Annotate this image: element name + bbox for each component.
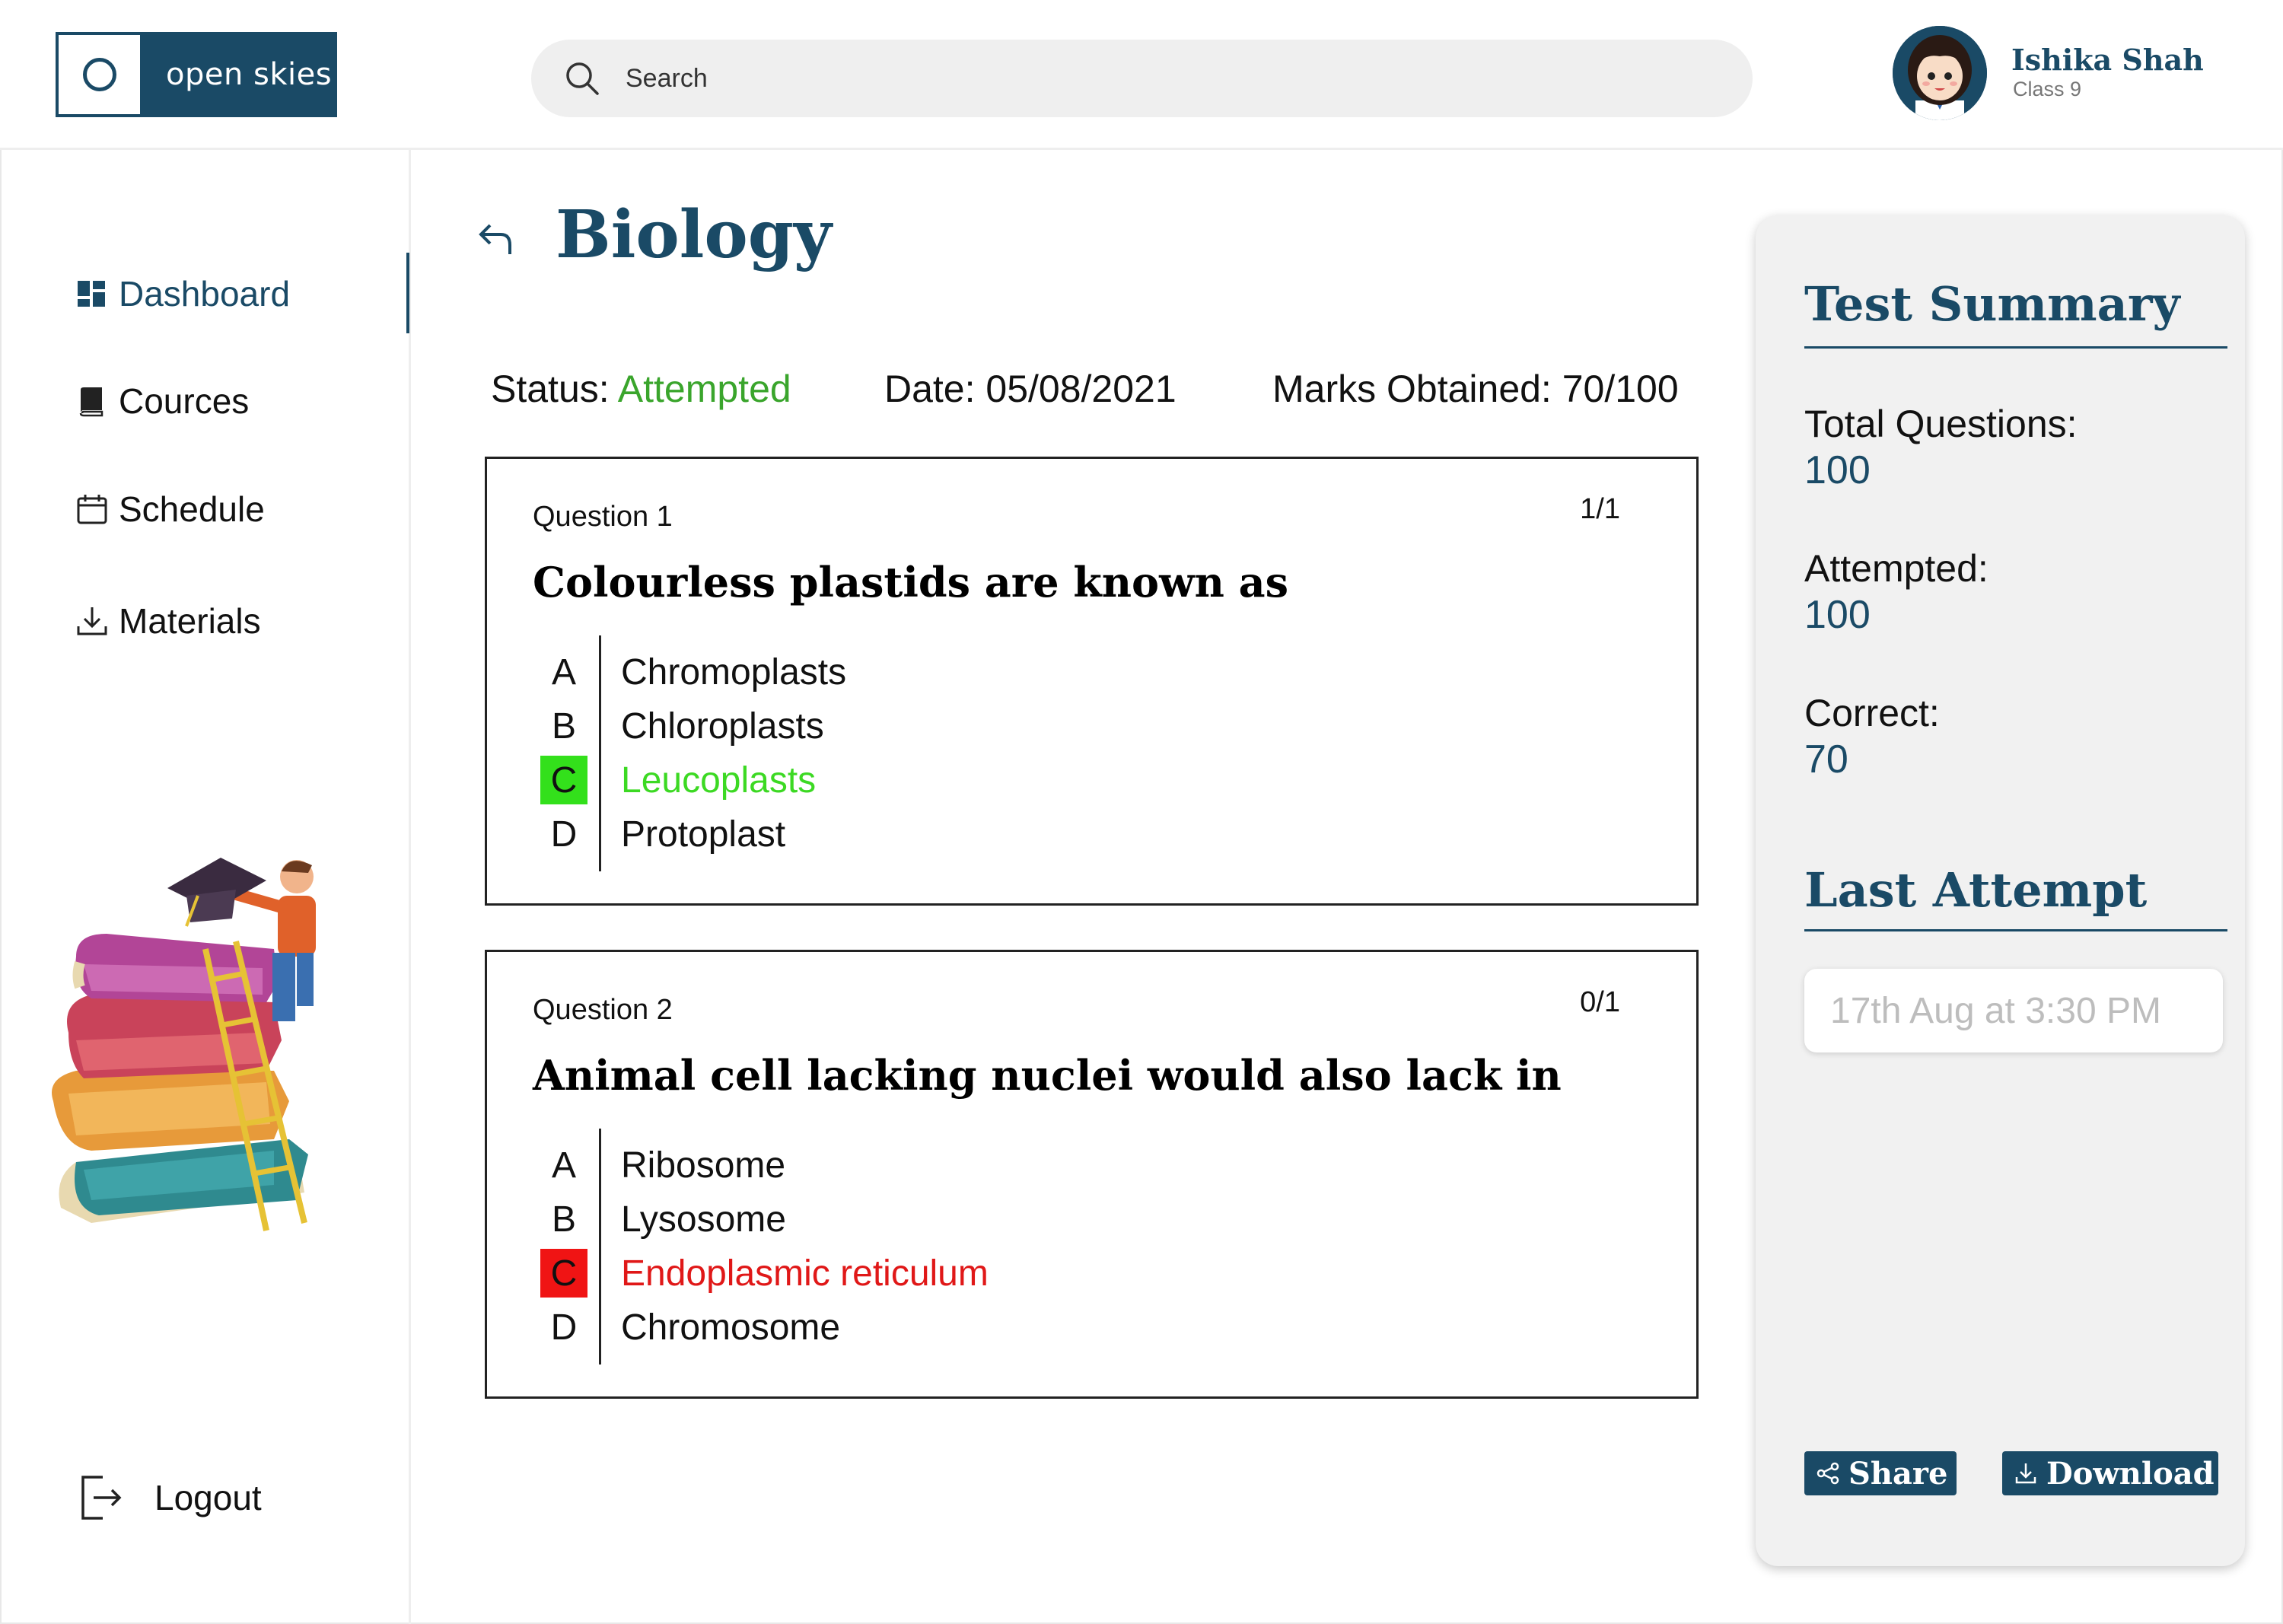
option-letter: B bbox=[551, 1199, 576, 1240]
share-icon bbox=[1817, 1462, 1839, 1485]
option-letter: D bbox=[550, 1307, 578, 1348]
logout-icon bbox=[81, 1476, 122, 1520]
option-a[interactable]: A Ribosome bbox=[540, 1141, 785, 1189]
sidebar-item-label: Schedule bbox=[119, 489, 265, 529]
option-letter: C bbox=[540, 756, 587, 804]
option-text: Endoplasmic reticulum bbox=[621, 1253, 989, 1294]
option-text: Chromosome bbox=[621, 1307, 841, 1348]
test-date: Date: 05/08/2021 bbox=[884, 368, 1177, 410]
avatar[interactable] bbox=[1893, 26, 1987, 120]
summary-title: Test Summary bbox=[1804, 276, 2180, 332]
option-text: Protoplast bbox=[621, 814, 786, 855]
sidebar-item-materials[interactable]: Materials bbox=[76, 600, 261, 642]
option-a[interactable]: A Chromoplasts bbox=[540, 648, 846, 696]
status-label: Status: bbox=[491, 368, 610, 410]
sidebar-item-label: Cources bbox=[119, 381, 250, 421]
top-header: open skies Search Ishika Shah Class 9 bbox=[0, 0, 2283, 150]
books-ladder-illustration bbox=[52, 858, 316, 1231]
option-d[interactable]: D Protoplast bbox=[540, 810, 785, 858]
status-badge: Attempted bbox=[617, 368, 791, 410]
download-button[interactable]: Download bbox=[2002, 1451, 2218, 1495]
total-questions-value: 100 bbox=[1804, 448, 1871, 492]
attempted-label: Attempted: bbox=[1804, 547, 1988, 590]
option-letter: C bbox=[540, 1249, 587, 1298]
book-icon bbox=[79, 387, 103, 417]
sidebar-item-label: Materials bbox=[119, 601, 261, 641]
option-text: Leucoplasts bbox=[621, 759, 817, 801]
attempted-value: 100 bbox=[1804, 593, 1871, 637]
question-number: Question 1 bbox=[533, 501, 673, 533]
sidebar-item-schedule[interactable]: Schedule bbox=[76, 489, 265, 530]
marks-obtained: Marks Obtained: 70/100 bbox=[1272, 368, 1679, 410]
option-d[interactable]: D Chromosome bbox=[540, 1303, 840, 1352]
logo-text: open skies bbox=[166, 57, 333, 92]
option-b[interactable]: B Lysosome bbox=[540, 1195, 786, 1243]
search-icon bbox=[566, 62, 599, 95]
option-c-correct[interactable]: C Leucoplasts bbox=[540, 756, 816, 804]
sidebar-item-cources[interactable]: Cources bbox=[76, 381, 249, 422]
sidebar-item-dashboard[interactable]: Dashboard bbox=[76, 273, 290, 314]
question-card: Question 1 1/1 Colourless plastids are k… bbox=[485, 457, 1699, 906]
question-text: Animal cell lacking nuclei would also la… bbox=[533, 1051, 1562, 1100]
search-input[interactable]: Search bbox=[626, 64, 708, 94]
avatar-image bbox=[1893, 26, 1987, 120]
option-text: Ribosome bbox=[621, 1145, 786, 1186]
search-bar[interactable]: Search bbox=[531, 40, 1753, 117]
correct-value: 70 bbox=[1804, 737, 1848, 782]
question-card: Question 2 0/1 Animal cell lacking nucle… bbox=[485, 950, 1699, 1399]
download-label: Download bbox=[2046, 1455, 2215, 1492]
page-title: Biology bbox=[556, 196, 832, 273]
logout-label: Logout bbox=[154, 1478, 262, 1517]
app-logo[interactable]: open skies bbox=[56, 32, 337, 117]
option-letter: A bbox=[551, 651, 576, 693]
option-text: Lysosome bbox=[621, 1199, 786, 1240]
question-score: 1/1 bbox=[1580, 493, 1620, 525]
download-icon bbox=[2015, 1463, 2036, 1484]
logo-mark bbox=[59, 35, 140, 114]
logout-button[interactable]: Logout bbox=[80, 1474, 262, 1521]
last-attempt-divider bbox=[1804, 929, 2227, 931]
question-number: Question 2 bbox=[533, 994, 673, 1026]
option-b[interactable]: B Chloroplasts bbox=[540, 702, 824, 750]
option-letter: D bbox=[550, 814, 578, 855]
download-icon bbox=[77, 607, 107, 635]
option-c-wrong[interactable]: C Endoplasmic reticulum bbox=[540, 1249, 989, 1298]
correct-label: Correct: bbox=[1804, 692, 1940, 734]
dashboard-icon bbox=[78, 281, 105, 307]
summary-divider bbox=[1804, 346, 2227, 349]
sidebar-item-label: Dashboard bbox=[119, 274, 291, 314]
active-indicator bbox=[406, 253, 409, 333]
last-attempt-field: 17th Aug at 3:30 PM bbox=[1804, 969, 2223, 1052]
option-letter: A bbox=[551, 1145, 576, 1186]
option-text: Chromoplasts bbox=[621, 651, 847, 693]
last-attempt-title: Last Attempt bbox=[1804, 862, 2148, 918]
user-class: Class 9 bbox=[2013, 78, 2082, 100]
option-letter: B bbox=[551, 705, 576, 747]
test-summary-panel: Test Summary Total Questions: 100 Attemp… bbox=[1756, 215, 2245, 1566]
user-name: Ishika Shah bbox=[2011, 43, 2204, 77]
share-button[interactable]: Share bbox=[1804, 1451, 1957, 1495]
sidebar: Dashboard Cources Schedule Materials Log… bbox=[0, 150, 411, 1624]
status-text: Status: Attempted bbox=[491, 367, 791, 411]
option-text: Chloroplasts bbox=[621, 705, 824, 747]
total-questions-label: Total Questions: bbox=[1804, 403, 2078, 445]
share-label: Share bbox=[1848, 1455, 1948, 1492]
calendar-icon bbox=[77, 495, 107, 524]
question-score: 0/1 bbox=[1580, 986, 1620, 1018]
question-text: Colourless plastids are known as bbox=[533, 558, 1289, 607]
back-arrow-icon[interactable] bbox=[472, 221, 513, 259]
